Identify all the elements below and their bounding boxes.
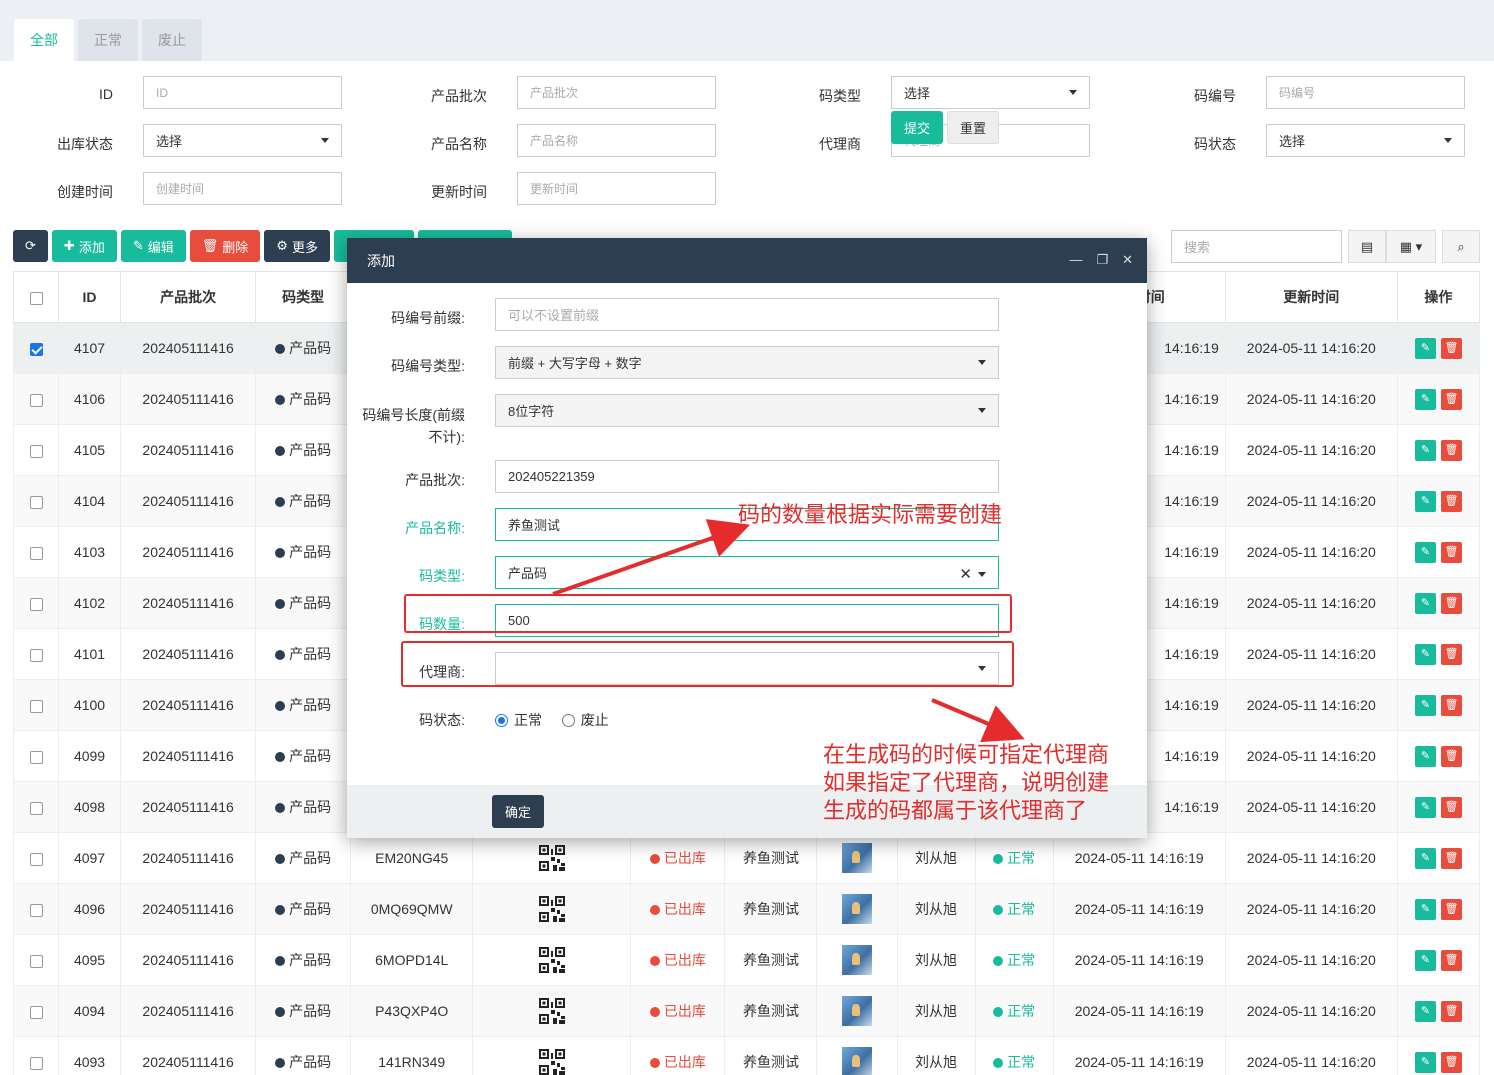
- agent-annotation: 在生成码的时候可指定代理商 如果指定了代理商，说明创建 生成的码都属于该代理商了: [823, 742, 1109, 826]
- agent-annotation-line2: 如果指定了代理商，说明创建: [823, 771, 1110, 796]
- arrow-to-agent-note: [931, 698, 1025, 743]
- agent-annotation-line1: 在生成码的时候可指定代理商: [823, 743, 1110, 768]
- annotation-arrows: [552, 519, 1025, 743]
- qty-annotation: 码的数量根据实际需要创建: [738, 503, 1003, 528]
- arrow-to-qty-note: [552, 519, 751, 596]
- agent-annotation-line3: 生成的码都属于该代理商了: [823, 799, 1088, 824]
